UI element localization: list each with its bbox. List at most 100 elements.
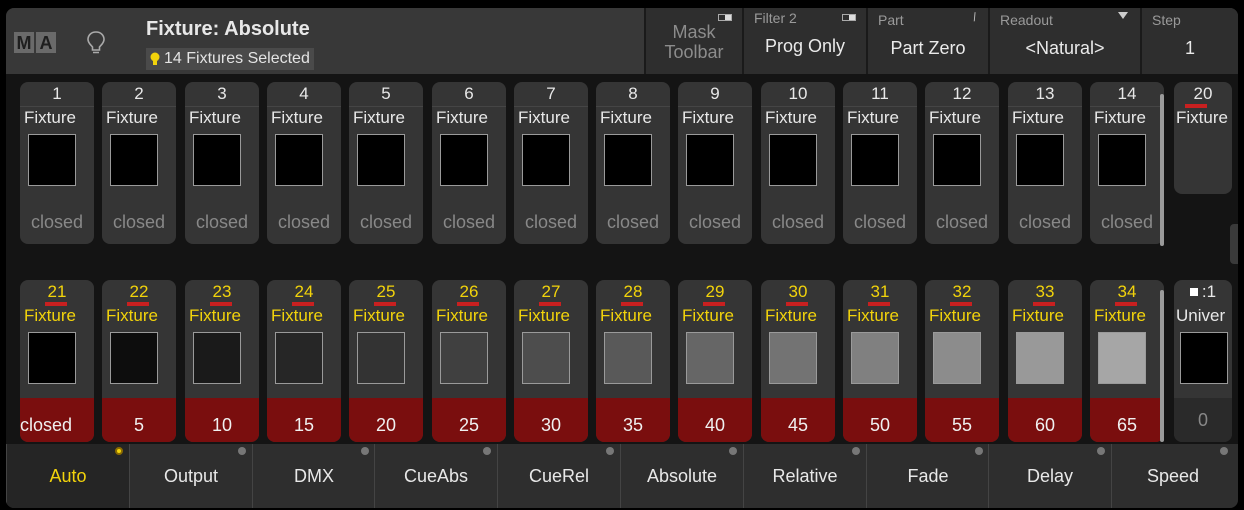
fixture-name: Fixture xyxy=(24,306,76,325)
fixture-tile-30[interactable]: 30 Fixture 45 xyxy=(761,280,835,442)
fixture-tile-2[interactable]: 2 Fixture closed xyxy=(102,82,176,244)
header-divider xyxy=(185,106,259,107)
fixture-number: 30 xyxy=(788,282,808,301)
fixture-tile-5[interactable]: 5 Fixture closed xyxy=(349,82,423,244)
fixture-name: Fixture xyxy=(271,306,323,325)
tab-fade[interactable]: Fade xyxy=(866,444,989,508)
fixture-number: 21 xyxy=(47,282,67,301)
fixture-name: Fixture xyxy=(929,108,981,127)
fixture-tile-34[interactable]: 34 Fixture 65 xyxy=(1090,280,1164,442)
fixture-tile-31[interactable]: 31 Fixture 50 xyxy=(843,280,917,442)
tab-label: Delay xyxy=(1026,465,1074,486)
fixture-tile-12[interactable]: 12 Fixture closed xyxy=(925,82,999,244)
tab-cueabs[interactable]: CueAbs xyxy=(374,444,497,508)
dimmer-swatch xyxy=(440,134,488,186)
tab-dmx[interactable]: DMX xyxy=(252,444,375,508)
fixture-tile-10[interactable]: 10 Fixture closed xyxy=(761,82,835,244)
fixture-tile-4[interactable]: 4 Fixture closed xyxy=(267,82,341,244)
fixture-tile-6[interactable]: 6 Fixture closed xyxy=(432,82,506,244)
header-divider xyxy=(843,106,917,107)
fixture-number: 4 xyxy=(299,84,309,103)
fixture-tile-29[interactable]: 29 Fixture 40 xyxy=(678,280,752,442)
fixture-number: 10 xyxy=(788,84,808,103)
tab-relative[interactable]: Relative xyxy=(743,444,866,508)
fixture-tile-20[interactable]: 20 Fixture xyxy=(1174,82,1232,194)
fixture-number: 31 xyxy=(870,282,890,301)
fixture-number: 13 xyxy=(1035,84,1055,103)
filter-button[interactable]: Filter 2 Prog Only xyxy=(742,8,866,74)
part-button[interactable]: / Part Part Zero xyxy=(866,8,988,74)
ma-logo[interactable]: M A xyxy=(14,32,56,53)
fixture-number: 12 xyxy=(952,84,972,103)
tab-output[interactable]: Output xyxy=(129,444,252,508)
fixture-number: 7 xyxy=(546,84,556,103)
vertical-scrollbar[interactable] xyxy=(1160,94,1164,246)
universe-name: Univer xyxy=(1176,306,1226,325)
fixture-tile-33[interactable]: 33 Fixture 60 xyxy=(1008,280,1082,442)
fixture-number: 25 xyxy=(376,282,396,301)
fixture-tile-7[interactable]: 7 Fixture closed xyxy=(514,82,588,244)
vertical-scrollbar[interactable] xyxy=(1160,290,1164,442)
universe-header: :1 xyxy=(1174,282,1232,302)
dimmer-value: closed xyxy=(1100,211,1154,232)
fixture-number: 29 xyxy=(705,282,725,301)
fixture-tile-9[interactable]: 9 Fixture closed xyxy=(678,82,752,244)
fixture-tile-28[interactable]: 28 Fixture 35 xyxy=(596,280,670,442)
square-icon xyxy=(1189,288,1198,296)
dimmer-value: 55 xyxy=(925,398,999,442)
fixture-tile-21[interactable]: 21 Fixture closed xyxy=(20,280,94,442)
lightbulb-icon[interactable] xyxy=(86,30,106,56)
header-bar: M A Fixture: Absolute 14 Fixtures Select… xyxy=(6,8,1238,74)
step-button[interactable]: Step 1 xyxy=(1140,8,1238,74)
dimmer-value: closed xyxy=(524,211,578,232)
dimmer-swatch xyxy=(357,332,405,384)
readout-button[interactable]: Readout <Natural> xyxy=(988,8,1140,74)
dimmer-value: closed xyxy=(606,211,660,232)
fixture-tile-32[interactable]: 32 Fixture 55 xyxy=(925,280,999,442)
fixture-name: Fixture xyxy=(929,306,981,325)
universe-tile[interactable]: :1 Univer 0 xyxy=(1174,280,1232,442)
fixture-name: Fixture xyxy=(600,306,652,325)
dimmer-swatch xyxy=(522,134,570,186)
dimmer-value: 10 xyxy=(185,398,259,442)
fixture-tile-26[interactable]: 26 Fixture 25 xyxy=(432,280,506,442)
tab-absolute[interactable]: Absolute xyxy=(620,444,743,508)
side-panel-handle[interactable] xyxy=(1230,224,1238,264)
header-divider xyxy=(678,106,752,107)
universe-swatch xyxy=(1180,332,1228,384)
fixture-tile-3[interactable]: 3 Fixture closed xyxy=(185,82,259,244)
fixture-name: Fixture xyxy=(847,306,899,325)
fixture-name: Fixture xyxy=(106,108,158,127)
dimmer-value: closed xyxy=(277,211,331,232)
fixture-name: Fixture xyxy=(600,108,652,127)
tab-cuerel[interactable]: CueRel xyxy=(497,444,620,508)
fixture-name: Fixture xyxy=(1012,108,1064,127)
fixture-tile-27[interactable]: 27 Fixture 30 xyxy=(514,280,588,442)
tab-indicator-dot xyxy=(361,447,369,455)
logo-letter-m: M xyxy=(14,32,34,53)
tab-delay[interactable]: Delay xyxy=(988,444,1111,508)
fixture-tile-23[interactable]: 23 Fixture 10 xyxy=(185,280,259,442)
tab-speed[interactable]: Speed xyxy=(1111,444,1234,508)
dimmer-value: closed xyxy=(935,211,989,232)
tab-indicator-dot xyxy=(852,447,860,455)
mask-toolbar-button[interactable]: Mask Toolbar xyxy=(644,8,742,74)
fixture-tile-8[interactable]: 8 Fixture closed xyxy=(596,82,670,244)
fixture-tile-24[interactable]: 24 Fixture 15 xyxy=(267,280,341,442)
fixture-tile-13[interactable]: 13 Fixture closed xyxy=(1008,82,1082,244)
dimmer-value: closed xyxy=(853,211,907,232)
tab-indicator-dot xyxy=(1220,447,1228,455)
fixture-tile-1[interactable]: 1 Fixture closed xyxy=(20,82,94,244)
tab-auto[interactable]: Auto xyxy=(6,444,129,508)
fixture-number: 22 xyxy=(129,282,149,301)
fixture-name: Fixture xyxy=(271,108,323,127)
fixture-tile-25[interactable]: 25 Fixture 20 xyxy=(349,280,423,442)
fixture-number: 28 xyxy=(623,282,643,301)
readout-label: Readout xyxy=(1000,12,1053,28)
dimmer-value: closed xyxy=(195,211,249,232)
universe-value: 0 xyxy=(1174,398,1232,442)
fixture-tile-14[interactable]: 14 Fixture closed xyxy=(1090,82,1164,244)
fixture-tile-11[interactable]: 11 Fixture closed xyxy=(843,82,917,244)
fixture-number: 32 xyxy=(952,282,972,301)
fixture-tile-22[interactable]: 22 Fixture 5 xyxy=(102,280,176,442)
